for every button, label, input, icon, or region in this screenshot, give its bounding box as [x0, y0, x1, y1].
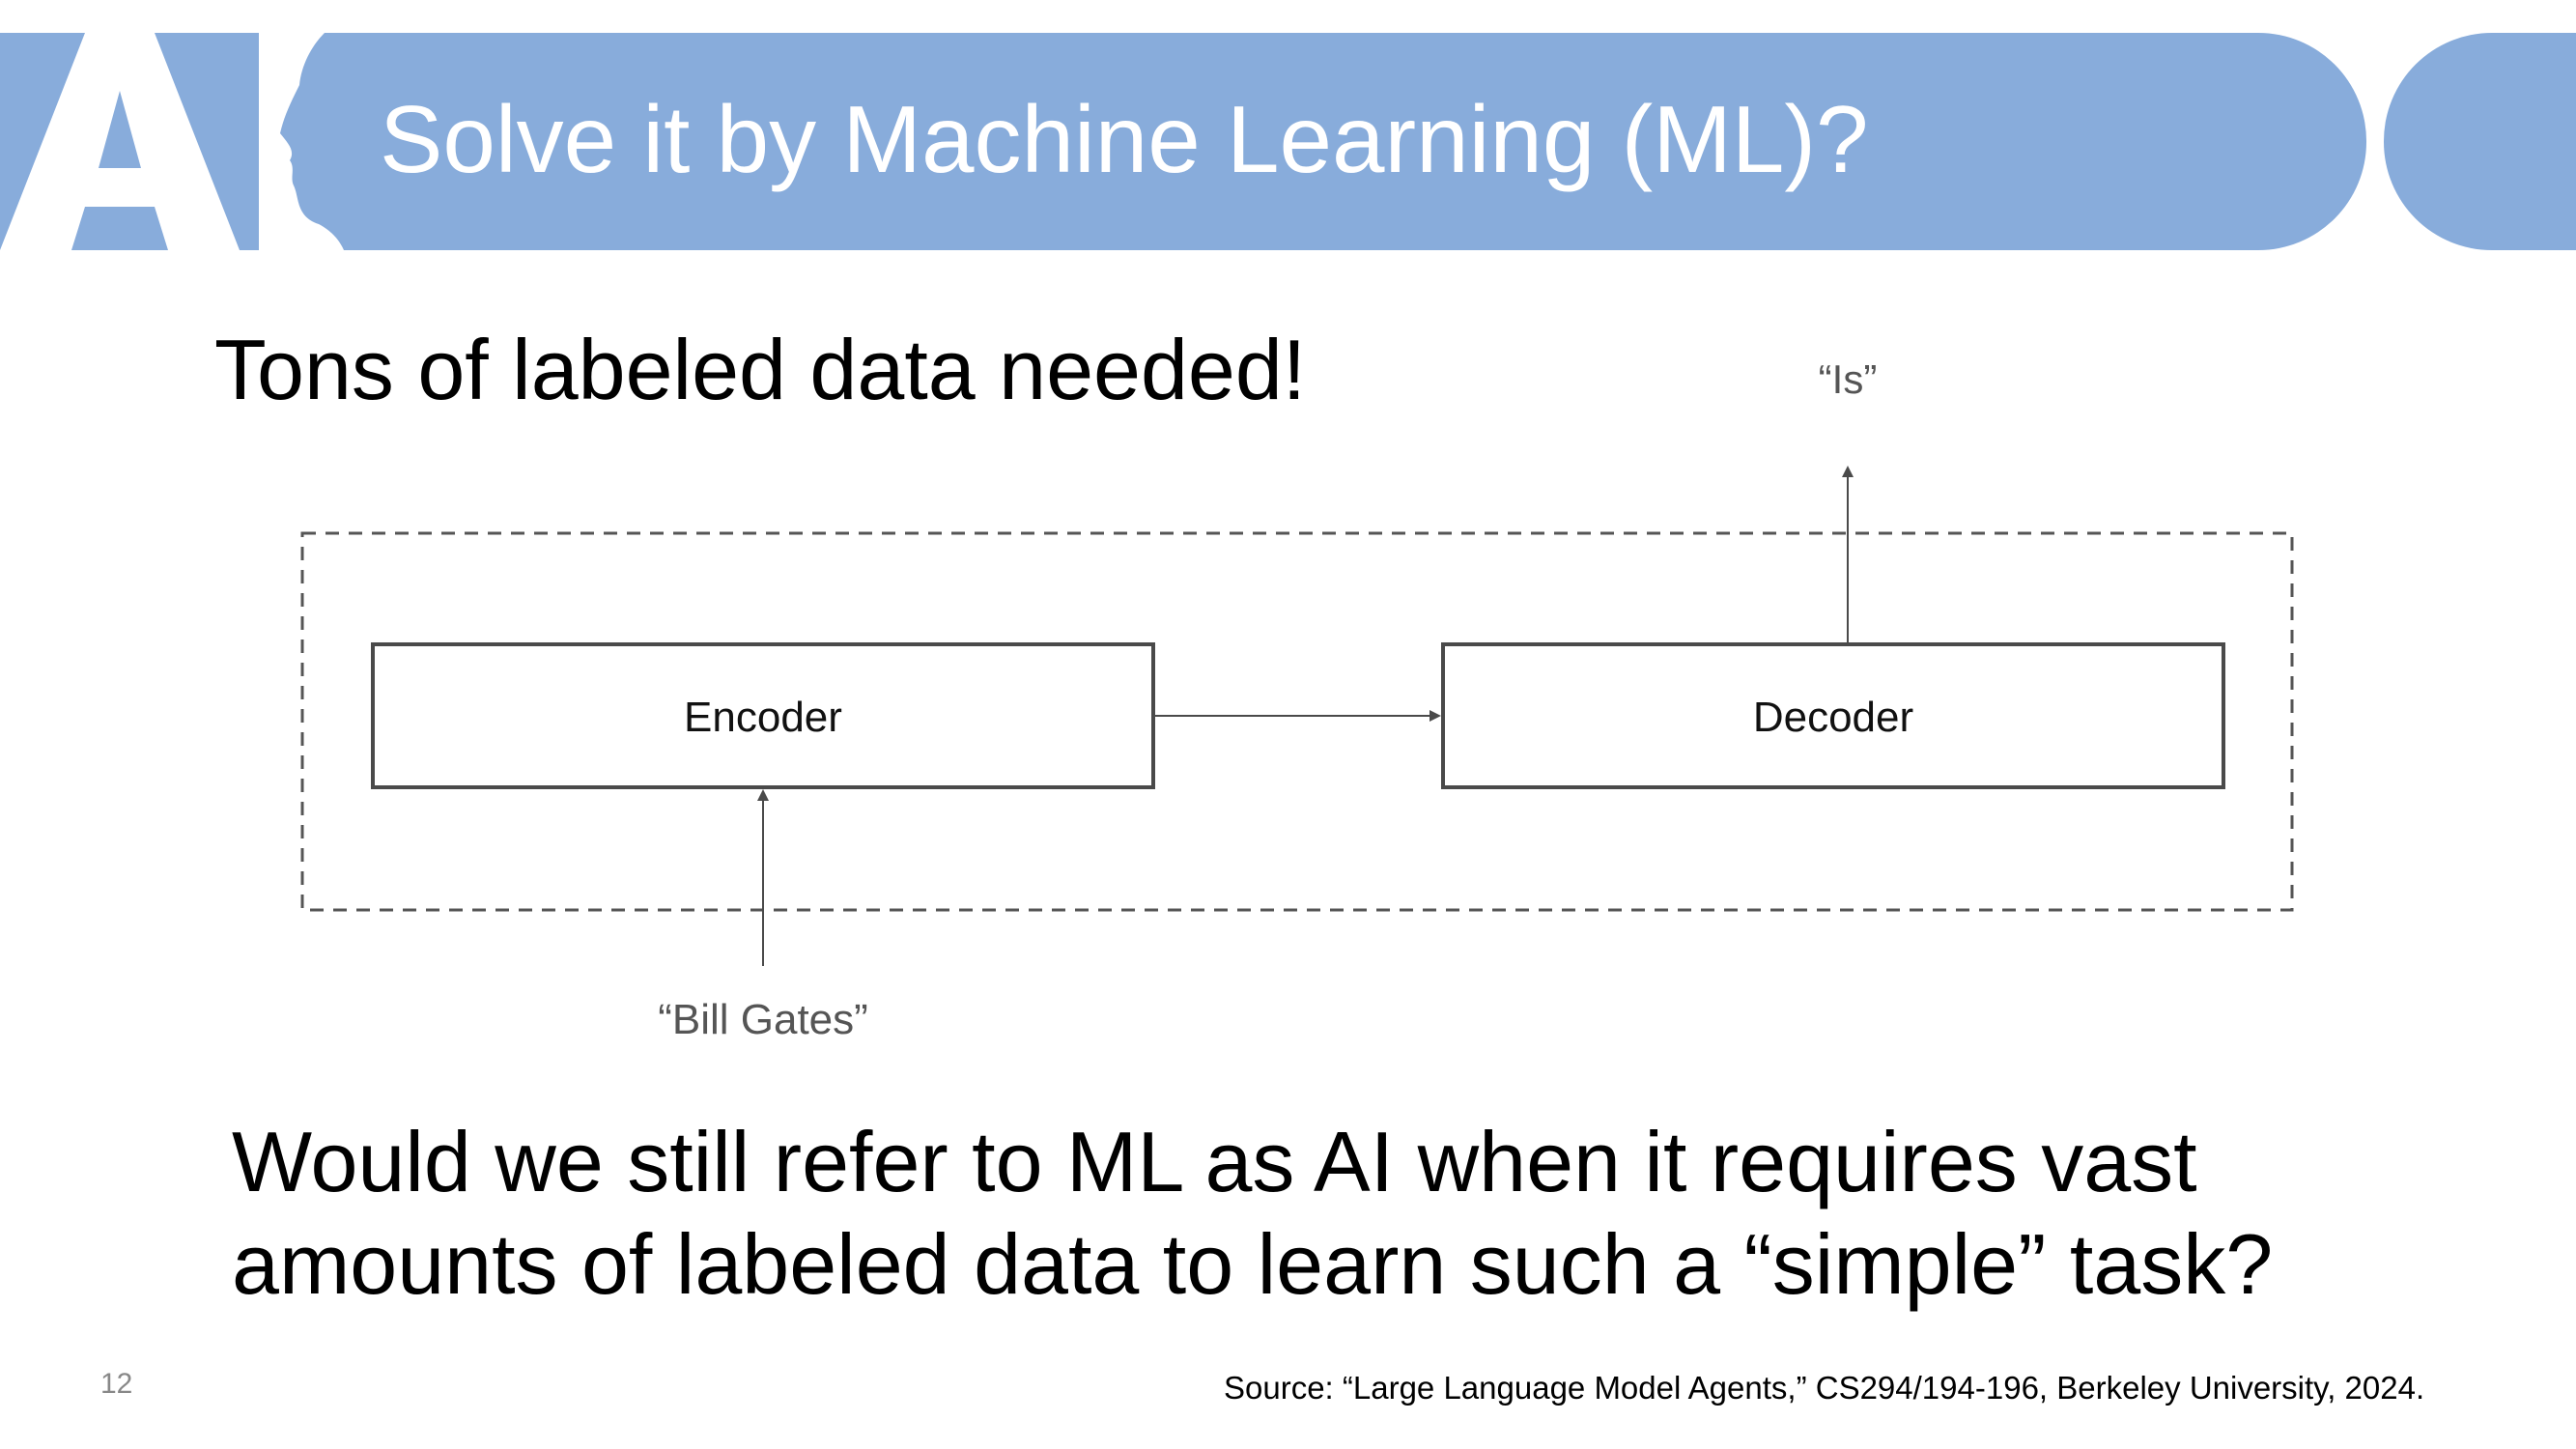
question-line-2: amounts of labeled data to learn such a … — [232, 1216, 2274, 1312]
input-label: “Bill Gates” — [658, 996, 868, 1043]
discussion-question: Would we still refer to ML as AI when it… — [232, 1111, 2273, 1316]
page-number: 12 — [100, 1368, 133, 1400]
model-boundary-dashed — [300, 531, 2294, 912]
source-citation: Source: “Large Language Model Agents,” C… — [1224, 1370, 2425, 1406]
decoder-label: Decoder — [1753, 694, 1913, 741]
encoder-label: Encoder — [684, 694, 842, 741]
question-line-1: Would we still refer to ML as AI when it… — [232, 1114, 2197, 1209]
output-label: “Is” — [1819, 356, 1878, 402]
